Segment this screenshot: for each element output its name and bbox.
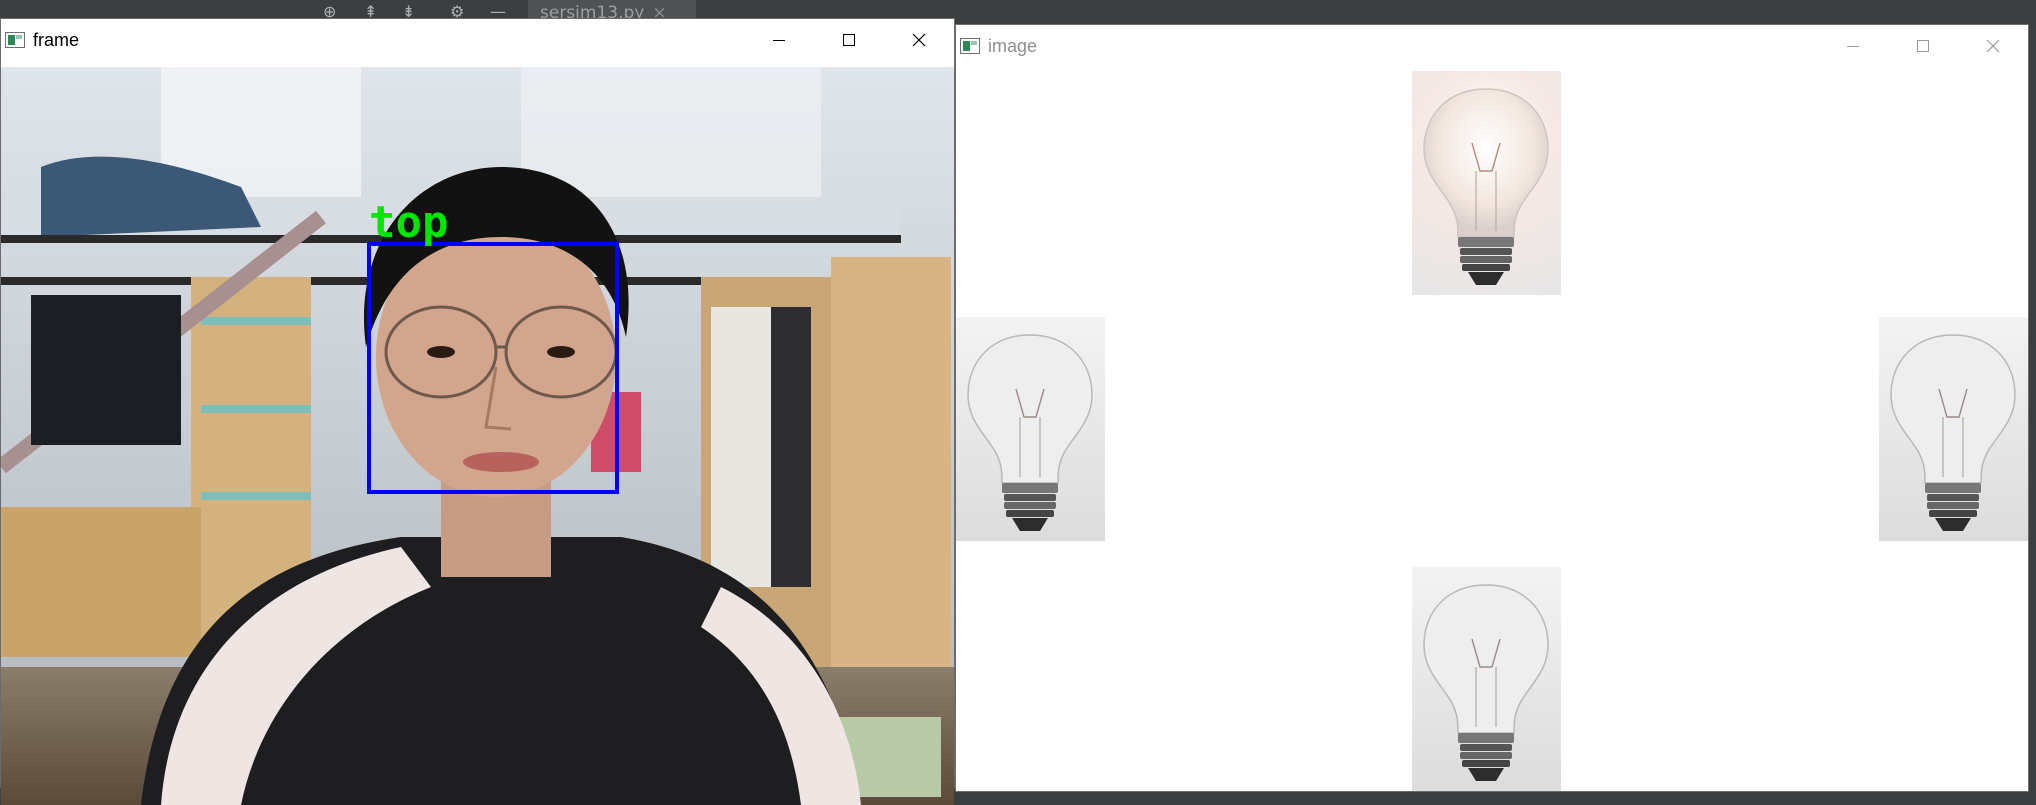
image-canvas: [956, 71, 2028, 791]
minimize-button[interactable]: [744, 19, 814, 61]
bulb-top: [1412, 71, 1561, 295]
close-button[interactable]: [884, 19, 954, 61]
direction-label: top: [369, 197, 448, 248]
webcam-frame: top: [1, 67, 954, 805]
maximize-icon: [1917, 40, 1929, 52]
close-icon: [1986, 39, 2000, 53]
frame-window[interactable]: frame top: [0, 18, 955, 805]
minimize-icon: [773, 40, 785, 41]
maximize-button[interactable]: [814, 19, 884, 61]
opencv-window-icon: [960, 38, 980, 54]
title-bar[interactable]: frame: [1, 19, 954, 61]
maximize-button[interactable]: [1888, 25, 1958, 67]
minimize-icon: [1847, 46, 1859, 47]
minimize-button[interactable]: [1818, 25, 1888, 67]
camera-feed: top: [1, 67, 954, 805]
close-button[interactable]: [1958, 25, 2028, 67]
window-title: image: [988, 35, 1038, 56]
image-window[interactable]: image: [955, 24, 2029, 792]
maximize-icon: [843, 34, 855, 46]
window-title: frame: [33, 29, 80, 50]
bulb-left: [956, 317, 1105, 541]
bulb-right: [1879, 317, 2028, 541]
opencv-window-icon: [5, 32, 25, 48]
title-bar[interactable]: image: [956, 25, 2028, 67]
lightbulb-icon: [1890, 334, 2016, 531]
lightbulb-icon: [1423, 88, 1549, 285]
bulb-bottom: [1412, 567, 1561, 791]
lightbulb-icon: [967, 334, 1093, 531]
close-icon: [912, 33, 926, 47]
lightbulb-icon: [1423, 584, 1549, 781]
